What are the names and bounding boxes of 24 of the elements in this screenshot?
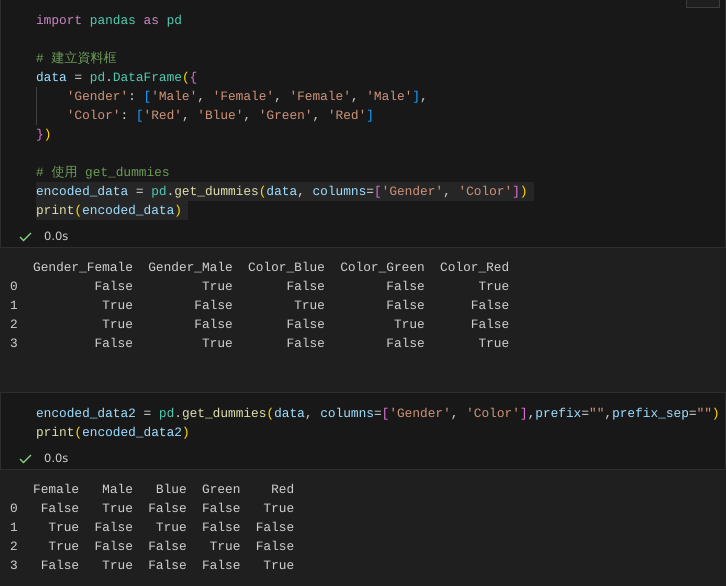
execution-time: 0.0s [44, 450, 68, 467]
output-line: 0 False True False False True [10, 278, 510, 296]
code-line: encoded_data2 = pd.get_dummies(data, columns=['Gender', 'Color'],prefix="",prefix_sep="") [36, 405, 720, 423]
output-line: Gender_Female Gender_Male Color_Blue Color_Green Color_Red [32, 259, 510, 277]
output-line: Female Male Blue Green Red [32, 481, 294, 499]
code-line: import pandas as pd [36, 12, 182, 30]
execution-time: 0.0s [44, 228, 68, 245]
code-line: 'Color': ['Red', 'Blue', 'Green', 'Red'] [36, 106, 374, 125]
output-line: 2 True False False True False [10, 538, 294, 556]
output-line: 3 False True False False True [10, 557, 294, 575]
code-line: # 使用 get_dummies [36, 164, 170, 182]
output-line: 0 False True False False True [10, 500, 294, 518]
code-line: print(encoded_data2) [36, 424, 190, 442]
code-cell[interactable] [0, 0, 726, 248]
code-line: }) [36, 126, 52, 144]
code-line: 'Gender': ['Male', 'Female', 'Female', 'Male'], [36, 87, 428, 106]
output-line: 3 False True False False True [10, 335, 510, 353]
code-line: # 建立資料框 [36, 50, 116, 68]
output-line: 2 True False False True False [10, 316, 510, 334]
code-cell[interactable]: encoded_data2 = pd.get_dummies(data, columns=['Gender', 'Color'],prefix="",prefix_sep="") print(encoded_data2) 0.0s [0, 392, 726, 470]
output-line: 1 True False True False False [10, 519, 294, 537]
cell-toolbar[interactable] [686, 0, 720, 8]
code-line: data = pd.DataFrame({ [36, 69, 198, 87]
output-line: 1 True False True False False [10, 297, 510, 315]
